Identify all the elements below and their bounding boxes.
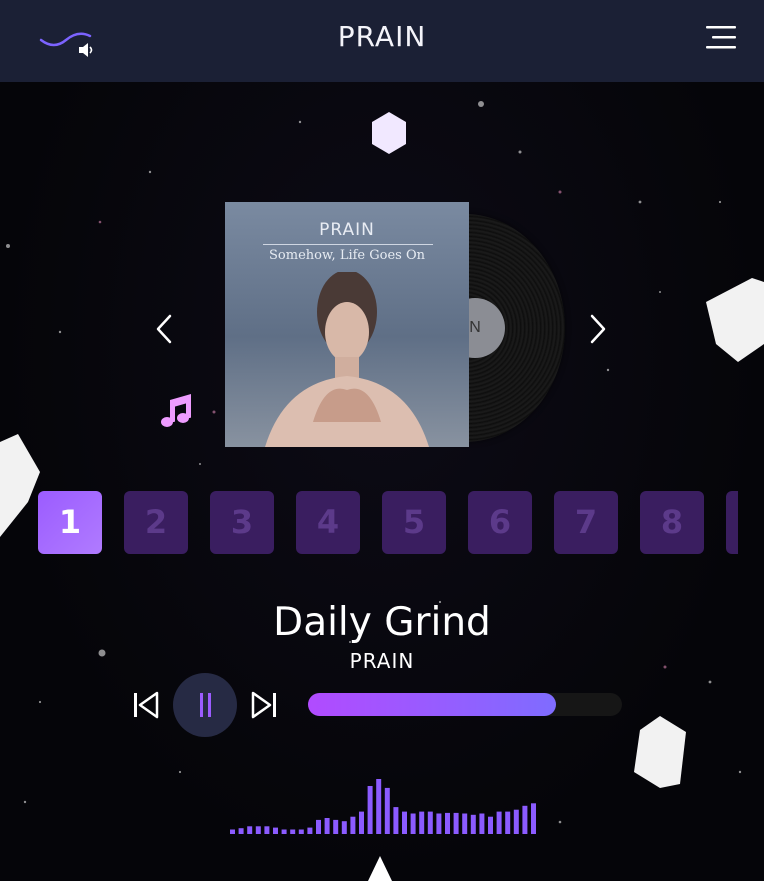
pause-button[interactable] (173, 673, 237, 737)
skip-back-button[interactable] (131, 689, 161, 726)
floating-triangle (368, 856, 392, 881)
progress-fill (308, 693, 557, 716)
equalizer-visualizer (230, 779, 536, 834)
cover-portrait (265, 272, 429, 447)
equalizer-bar (522, 805, 528, 834)
equalizer-bar (445, 812, 450, 834)
equalizer-bar (367, 786, 373, 834)
track-button-8[interactable]: 8 (640, 491, 704, 554)
skip-back-icon (134, 691, 159, 719)
chevron-right-icon (590, 314, 606, 344)
equalizer-bar (298, 829, 304, 834)
track-button-4[interactable]: 4 (296, 491, 360, 554)
chevron-left-icon (156, 314, 172, 344)
equalizer-bar (255, 826, 261, 834)
equalizer-bar (316, 819, 321, 834)
album-cover-brand: PRAIN (319, 220, 375, 240)
equalizer-bar (350, 816, 356, 834)
equalizer-bar (393, 807, 399, 834)
equalizer-bar (496, 811, 502, 834)
equalizer-bar (230, 829, 235, 834)
equalizer-bar (359, 811, 364, 834)
equalizer-bar (488, 816, 493, 834)
track-button-5[interactable]: 5 (382, 491, 446, 554)
top-bar: PRAIN (0, 0, 764, 82)
equalizer-bar (307, 827, 313, 834)
equalizer-bar (264, 826, 270, 834)
equalizer-bar (238, 828, 244, 834)
equalizer-bar (273, 827, 278, 834)
pause-icon (200, 693, 211, 717)
track-selector: 12345678 (38, 491, 738, 555)
next-album-button[interactable] (582, 312, 612, 346)
equalizer-bar (281, 829, 287, 834)
equalizer-bar (410, 813, 416, 834)
previous-album-button[interactable] (150, 312, 180, 346)
album-artwork: N PRAIN Somehow, Life Goes On (225, 202, 570, 447)
music-note-icon (161, 394, 191, 427)
equalizer-bar (247, 826, 253, 834)
equalizer-bar (462, 813, 468, 834)
equalizer-bar (290, 829, 296, 834)
track-button-6[interactable]: 6 (468, 491, 532, 554)
equalizer-bar (453, 812, 459, 834)
track-button-3[interactable]: 3 (210, 491, 274, 554)
equalizer-bar (384, 787, 390, 834)
equalizer-bar (341, 821, 347, 834)
track-artist: PRAIN (349, 649, 415, 673)
track-button-7[interactable]: 7 (554, 491, 618, 554)
floating-hexagon (372, 112, 406, 154)
track-button-1[interactable]: 1 (38, 491, 102, 554)
progress-bar[interactable] (308, 693, 622, 716)
track-title: Daily Grind (273, 600, 491, 645)
track-button-2[interactable]: 2 (124, 491, 188, 554)
equalizer-bar (427, 811, 433, 834)
equalizer-bar (470, 814, 476, 834)
hamburger-menu-icon[interactable] (704, 24, 738, 52)
skip-forward-icon (251, 691, 276, 719)
album-cover-divider (263, 244, 433, 245)
album-cover: PRAIN Somehow, Life Goes On (225, 202, 469, 447)
brand-logo[interactable]: PRAIN (0, 20, 764, 53)
equalizer-bar (505, 811, 511, 834)
floating-cube-right (706, 278, 764, 362)
floating-shape-left (0, 434, 40, 537)
equalizer-bar (436, 813, 442, 834)
equalizer-bar (402, 811, 407, 834)
skip-forward-button[interactable] (249, 689, 279, 726)
music-player-page: PRAIN N PRAIN Somehow, Life Goes On 1 2 … (0, 0, 764, 881)
equalizer-bar (333, 819, 339, 834)
equalizer-bar (531, 803, 536, 834)
equalizer-bar (324, 818, 330, 834)
equalizer-bar (513, 809, 519, 834)
album-cover-subtitle: Somehow, Life Goes On (269, 248, 425, 263)
track-button-partial[interactable] (726, 491, 738, 554)
equalizer-bar (479, 813, 485, 834)
equalizer-bar (419, 811, 425, 834)
equalizer-bar (376, 779, 382, 834)
floating-cube-lower (634, 716, 686, 788)
